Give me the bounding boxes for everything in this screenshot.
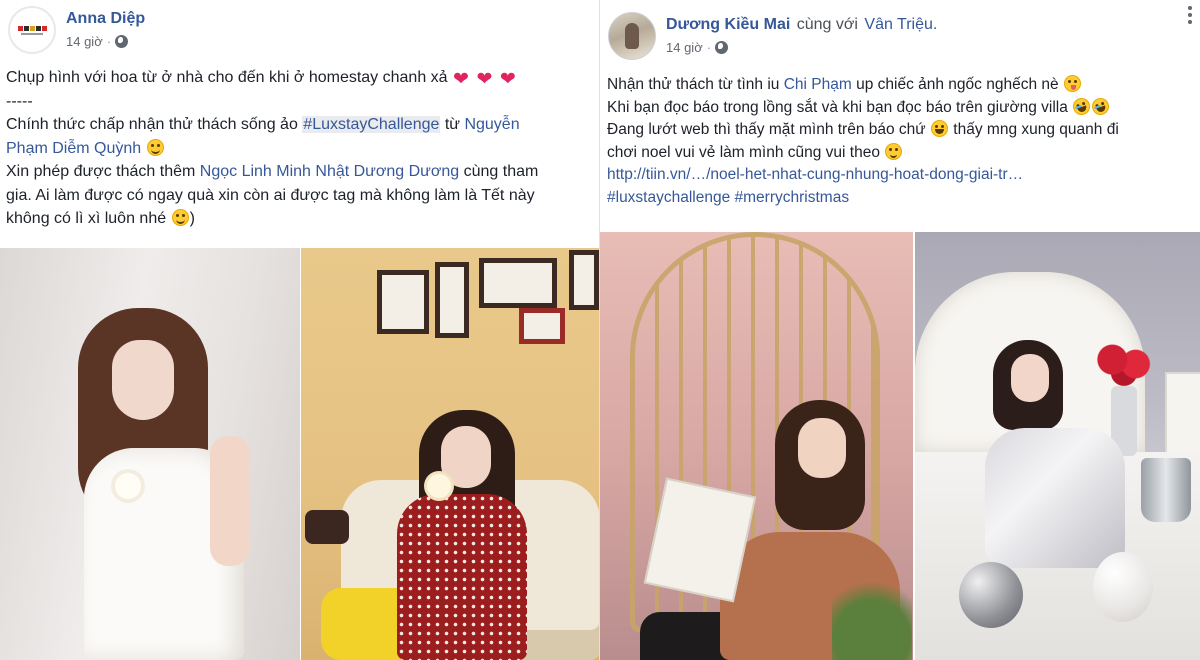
avatar[interactable] bbox=[608, 12, 656, 60]
separator-dot: · bbox=[106, 34, 112, 49]
smile-emoji-icon bbox=[171, 209, 189, 226]
post-line: ----- bbox=[6, 92, 33, 110]
author-name[interactable]: Dương Kiều Mai bbox=[666, 16, 790, 33]
heart-icon: ❤ bbox=[453, 69, 469, 90]
post-line: Nhận thử thách từ tình iu Chi Phạm up ch… bbox=[607, 74, 1193, 97]
with-label: cùng với bbox=[796, 16, 858, 33]
relieved-emoji-icon bbox=[885, 142, 903, 160]
globe-icon[interactable] bbox=[115, 35, 129, 48]
post-photo[interactable] bbox=[600, 232, 913, 660]
post-line: gia. Ai làm được có ngay quà xin còn ai … bbox=[6, 186, 535, 204]
post-meta: 14 giờ · bbox=[66, 34, 145, 49]
post-line: http://tiin.vn/…/noel-het-nhat-cung-nhun… bbox=[607, 164, 1193, 187]
post-photo[interactable] bbox=[915, 232, 1200, 660]
post-line: Phạm Diễm Quỳnh bbox=[6, 137, 592, 161]
post-header: Dương Kiều Mai cùng với Vân Triệu. 14 gi… bbox=[608, 12, 937, 60]
post-line: Khi bạn đọc báo trong lồng sắt và khi bạ… bbox=[607, 95, 1193, 120]
more-options-icon[interactable] bbox=[1188, 6, 1192, 24]
post-line: Đang lướt web thì thấy mặt mình trên báo… bbox=[607, 120, 1119, 138]
article-link[interactable]: http://tiin.vn/…/noel-het-nhat-cung-nhun… bbox=[607, 166, 1023, 183]
post-photo[interactable] bbox=[0, 248, 300, 660]
brand-logo-icon bbox=[18, 26, 47, 35]
tagged-person-link[interactable]: Vân Triệu. bbox=[864, 16, 937, 33]
hashtag-link[interactable]: #LuxstayChallenge bbox=[302, 116, 441, 133]
right-post: Dương Kiều Mai cùng với Vân Triệu. 14 gi… bbox=[600, 0, 1200, 660]
mention-link[interactable]: Nguyễn bbox=[464, 116, 519, 133]
heart-icon: ❤ bbox=[499, 69, 516, 90]
post-header: Anna Diệp 14 giờ · bbox=[8, 6, 145, 54]
post-line: không có lì xì luôn nhé ) bbox=[6, 209, 195, 227]
rofl-emoji-icon bbox=[1070, 95, 1093, 117]
post-body: Nhận thử thách từ tình iu Chi Phạm up ch… bbox=[607, 74, 1193, 209]
heart-icon: ❤ bbox=[476, 69, 493, 90]
rofl-emoji-icon bbox=[1089, 95, 1112, 117]
separator-dot: · bbox=[706, 40, 712, 55]
post-meta: 14 giờ · bbox=[666, 40, 937, 55]
joy-emoji-icon bbox=[931, 120, 948, 137]
mention-link[interactable]: Ngọc Linh Minh Nhật Dương Dương bbox=[200, 163, 459, 180]
post-photo[interactable] bbox=[301, 248, 600, 660]
post-body: Chụp hình với hoa từ ở nhà cho đến khi ở… bbox=[6, 66, 592, 231]
post-timestamp[interactable]: 14 giờ bbox=[66, 34, 103, 49]
globe-icon[interactable] bbox=[715, 41, 729, 54]
post-line: Chính thức chấp nhận thử thách sống ảo #… bbox=[6, 116, 520, 133]
author-name[interactable]: Anna Diệp bbox=[66, 10, 145, 27]
avatar[interactable] bbox=[8, 6, 56, 54]
left-post: Anna Diệp 14 giờ · Chụp hình với hoa từ … bbox=[0, 0, 600, 660]
post-line: #luxstaychallenge #merrychristmas bbox=[607, 187, 1193, 210]
mention-link[interactable]: Phạm Diễm Quỳnh bbox=[6, 140, 141, 157]
mention-link[interactable]: Chi Phạm bbox=[784, 76, 852, 93]
tongue-emoji-icon bbox=[1063, 75, 1081, 92]
post-timestamp[interactable]: 14 giờ bbox=[666, 40, 703, 55]
post-line: Chụp hình với hoa từ ở nhà cho đến khi ở… bbox=[6, 69, 516, 90]
smile-emoji-icon bbox=[146, 138, 164, 156]
post-line: chơi noel vui vẻ làm mình cũng vui theo bbox=[607, 142, 1193, 165]
hashtag-link[interactable]: #luxstaychallenge #merrychristmas bbox=[607, 189, 849, 206]
post-line: Xin phép được thách thêm Ngọc Linh Minh … bbox=[6, 163, 539, 180]
